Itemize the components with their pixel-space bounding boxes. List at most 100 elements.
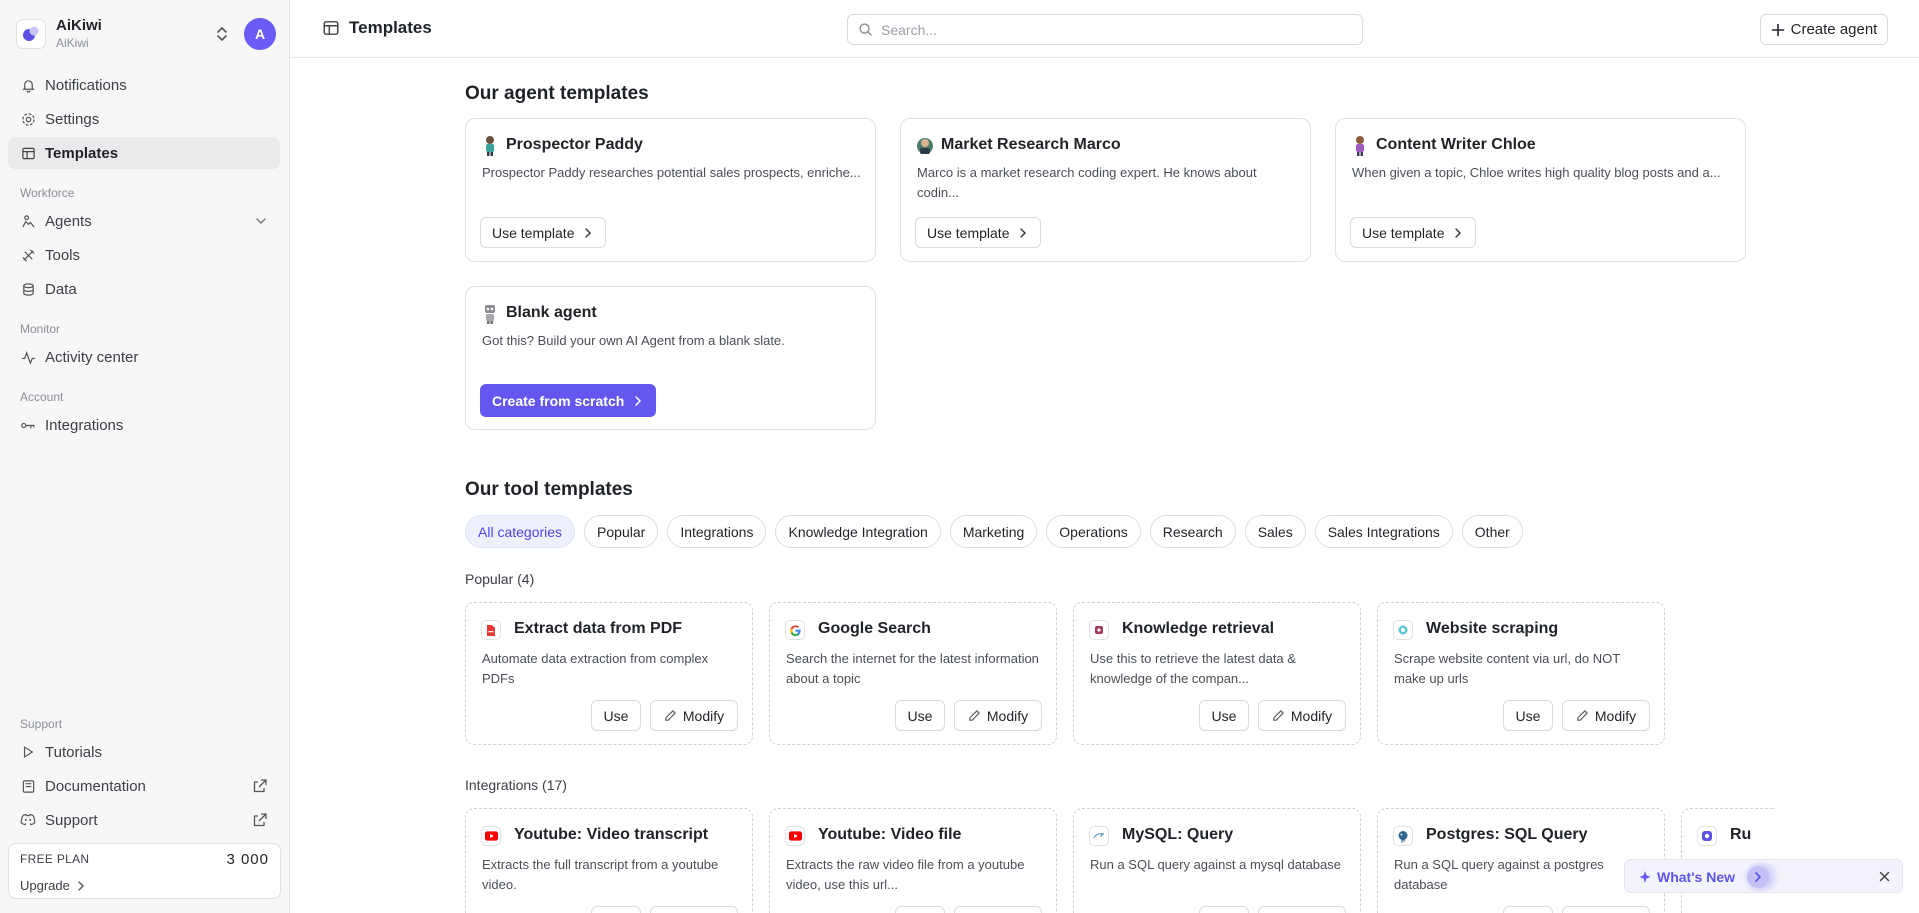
sidebar-item-label: Integrations (45, 416, 124, 434)
tool-templates-heading: Our tool templates (465, 479, 633, 500)
sidebar-item-label: Settings (45, 110, 100, 128)
category-pill-knowledge-integration[interactable]: Knowledge Integration (775, 515, 941, 548)
use-button[interactable]: Use (1503, 700, 1553, 731)
sidebar-item-label: Notifications (45, 76, 127, 94)
search-icon (859, 23, 872, 36)
modify-button[interactable]: Modify (650, 700, 738, 731)
close-icon[interactable] (1878, 870, 1891, 883)
category-pill-integrations[interactable]: Integrations (667, 515, 767, 548)
sidebar-item-integrations[interactable]: Integrations (8, 409, 280, 441)
sidebar-item-label: Documentation (45, 777, 146, 795)
modify-button[interactable]: Modify (650, 906, 738, 913)
tool-card-youtube-transcript: Youtube: Video transcript Extracts the f… (465, 808, 753, 913)
workspace-switcher[interactable]: AiKiwi AiKiwi A (16, 16, 276, 52)
chevron-up-down-icon[interactable] (212, 24, 232, 44)
modify-label: Modify (1290, 707, 1333, 724)
chevron-down-icon[interactable] (254, 214, 268, 228)
modify-button[interactable]: Modify (954, 906, 1042, 913)
workspace-logo-icon (16, 19, 46, 49)
chevron-right-icon (78, 880, 84, 891)
sidebar-item-activity-center[interactable]: Activity center (8, 341, 280, 373)
agent-avatar-icon (486, 136, 494, 156)
agent-description: Marco is a market research coding expert… (917, 165, 1257, 200)
templates-icon (20, 145, 36, 161)
agent-card-content-writer-chloe: Content Writer Chloe When given a topic,… (1335, 118, 1746, 262)
pencil-icon (665, 710, 676, 721)
knowledge-icon (1089, 620, 1109, 640)
youtube-icon (785, 826, 805, 846)
sparkle-icon (1639, 871, 1651, 883)
tool-title: Postgres: SQL Query (1426, 826, 1588, 843)
use-button[interactable]: Use (1199, 906, 1249, 913)
tool-title: Ru (1730, 826, 1752, 843)
use-button[interactable]: Use (1199, 700, 1249, 731)
whats-new-banner[interactable]: What's New (1624, 859, 1903, 893)
use-button[interactable]: Use (591, 906, 641, 913)
sidebar-item-agents[interactable]: Agents (8, 205, 280, 237)
use-button[interactable]: Use (1503, 906, 1553, 913)
pencil-icon (1273, 710, 1284, 721)
sidebar-item-notifications[interactable]: Notifications (8, 69, 280, 101)
category-pill-all[interactable]: All categories (465, 515, 576, 548)
category-pill-sales-integrations[interactable]: Sales Integrations (1314, 515, 1453, 548)
modify-label: Modify (682, 707, 725, 724)
tool-card-mysql-query: MySQL: Query Run a SQL query against a m… (1073, 808, 1361, 913)
sidebar-item-data[interactable]: Data (8, 273, 280, 305)
use-button[interactable]: Use (591, 700, 641, 731)
tool-title: Extract data from PDF (514, 620, 683, 637)
workspace-subtitle: AiKiwi (56, 35, 89, 50)
plus-icon (1771, 23, 1784, 36)
sidebar-item-tutorials[interactable]: Tutorials (8, 736, 280, 768)
use-button[interactable]: Use (895, 906, 945, 913)
use-button[interactable]: Use (895, 700, 945, 731)
agent-description: Got this? Build your own AI Agent from a… (482, 333, 785, 348)
whats-new-label: What's New (1657, 869, 1736, 885)
modify-button[interactable]: Modify (1562, 906, 1650, 913)
create-agent-button[interactable]: Create agent (1760, 14, 1888, 45)
agent-description: Prospector Paddy researches potential sa… (482, 165, 861, 180)
upgrade-link[interactable]: Upgrade (20, 878, 88, 893)
robot-icon (485, 305, 495, 324)
agent-card-blank-agent: Blank agent Got this? Build your own AI … (465, 286, 876, 430)
modify-button[interactable]: Modify (954, 700, 1042, 731)
sidebar-item-label: Data (45, 280, 77, 298)
search-input[interactable] (881, 21, 1341, 38)
tool-description: Automate data extraction from complex PD… (482, 651, 709, 686)
sidebar-item-documentation[interactable]: Documentation (8, 770, 280, 802)
agent-avatar-icon (917, 138, 933, 154)
page-title-text: Templates (349, 18, 432, 37)
credits-count: 3 000 (226, 851, 269, 868)
category-pill-other[interactable]: Other (1461, 515, 1523, 548)
top-bar: Templates Create agent (291, 0, 1919, 58)
sidebar-item-support[interactable]: Support (8, 804, 280, 836)
category-pill-operations[interactable]: Operations (1046, 515, 1141, 548)
avatar[interactable]: A (244, 18, 276, 50)
tool-description: Use this to retrieve the latest data & k… (1090, 651, 1296, 686)
plan-label: FREE PLAN (20, 852, 90, 866)
category-pill-research[interactable]: Research (1149, 515, 1236, 548)
create-agent-label: Create agent (1790, 21, 1878, 38)
sidebar-item-tools[interactable]: Tools (8, 239, 280, 271)
tool-card-google-search: Google Search Search the internet for th… (769, 602, 1057, 745)
category-filter: All categories Popular Integrations Know… (465, 515, 1523, 548)
agent-card-prospector-paddy: Prospector Paddy Prospector Paddy resear… (465, 118, 876, 262)
create-from-scratch-button[interactable]: Create from scratch (480, 384, 657, 417)
use-template-button[interactable]: Use template (1350, 217, 1477, 248)
category-pill-sales[interactable]: Sales (1244, 515, 1306, 548)
use-template-button[interactable]: Use template (915, 217, 1042, 248)
modify-button[interactable]: Modify (1562, 700, 1650, 731)
tool-title: Website scraping (1426, 620, 1559, 637)
sidebar-item-settings[interactable]: Settings (8, 103, 280, 135)
tool-title: Youtube: Video transcript (514, 826, 709, 843)
modify-button[interactable]: Modify (1258, 700, 1346, 731)
section-label-support: Support (20, 717, 63, 731)
sidebar-item-templates[interactable]: Templates (8, 137, 280, 169)
modify-button[interactable]: Modify (1258, 906, 1346, 913)
search-box[interactable] (847, 14, 1363, 45)
create-from-scratch-label: Create from scratch (492, 392, 625, 409)
tool-description: Run a SQL query against a postgres datab… (1394, 857, 1604, 892)
category-pill-popular[interactable]: Popular (584, 515, 659, 548)
modify-label: Modify (1594, 707, 1637, 724)
category-pill-marketing[interactable]: Marketing (949, 515, 1038, 548)
use-template-button[interactable]: Use template (480, 217, 607, 248)
